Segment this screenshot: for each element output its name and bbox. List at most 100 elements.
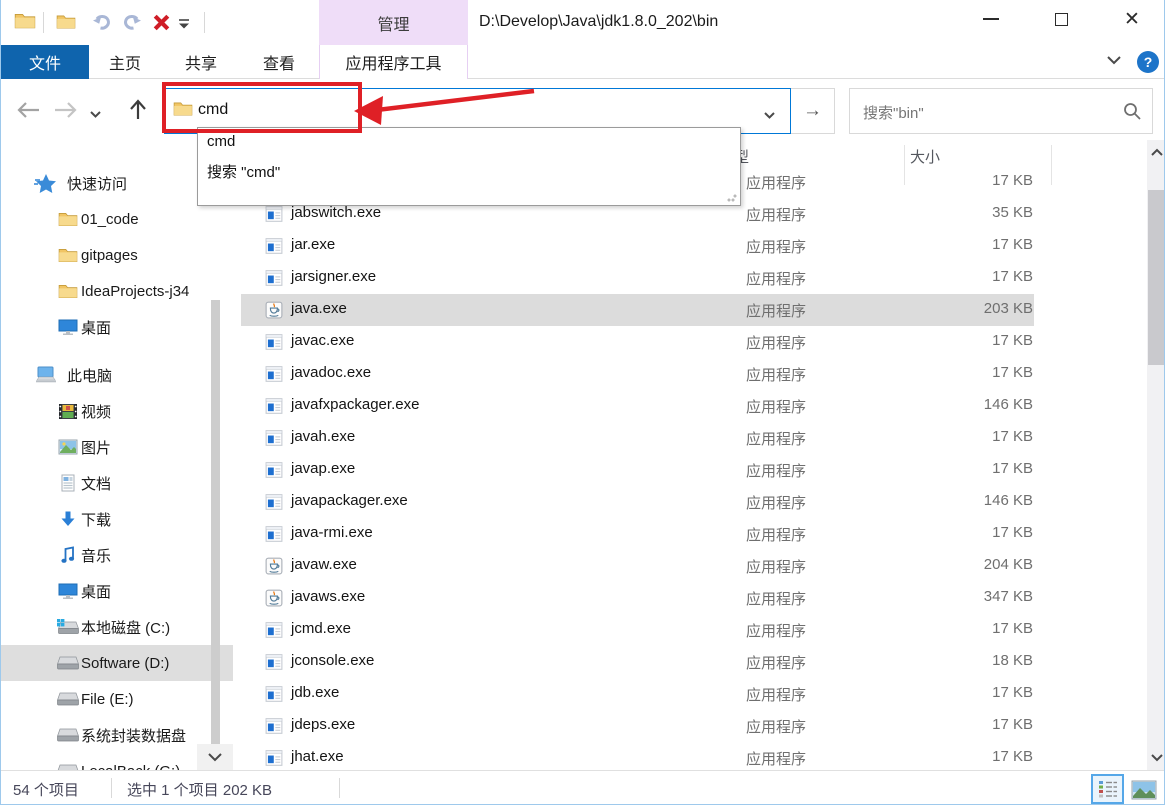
file-row[interactable]: jdb.exe应用程序17 KB: [241, 678, 1034, 710]
file-row[interactable]: javadoc.exe应用程序17 KB: [241, 358, 1034, 390]
sidebar-scroll-down-icon[interactable]: [197, 744, 233, 770]
delete-x-icon[interactable]: [151, 12, 172, 38]
sidebar-item[interactable]: gitpages: [1, 237, 233, 273]
sidebar-item[interactable]: IdeaProjects-j34: [1, 273, 233, 309]
sidebar-item[interactable]: 01_code: [1, 201, 233, 237]
tab-home[interactable]: 主页: [97, 45, 153, 79]
folder-properties-icon[interactable]: [56, 13, 76, 35]
sidebar-item[interactable]: 此电脑: [1, 357, 233, 393]
sidebar-item[interactable]: 视频: [1, 393, 233, 429]
ribbon-collapse-icon[interactable]: [1105, 53, 1123, 71]
sidebar-item[interactable]: 音乐: [1, 537, 233, 573]
file-name: javac.exe: [291, 332, 354, 349]
search-box[interactable]: 搜索"bin": [849, 88, 1153, 134]
file-row[interactable]: java.exe应用程序203 KB: [241, 294, 1034, 326]
tab-file[interactable]: 文件: [1, 45, 89, 79]
video-icon: [57, 401, 79, 421]
autocomplete-item-cmd[interactable]: cmd: [207, 133, 235, 150]
sidebar-item-label: 图片: [81, 437, 111, 458]
tab-application-tools[interactable]: 应用程序工具: [319, 45, 468, 79]
minimize-button[interactable]: [968, 2, 1014, 36]
maximize-button[interactable]: [1038, 2, 1084, 36]
sidebar-item[interactable]: 下载: [1, 501, 233, 537]
list-scrollbar[interactable]: [1147, 140, 1165, 770]
sidebar-item[interactable]: 桌面: [1, 573, 233, 609]
app-folder-icon: [14, 11, 36, 35]
details-view-button[interactable]: [1091, 774, 1124, 804]
list-scrollbar-thumb[interactable]: [1148, 190, 1165, 365]
file-size: 18 KB: [841, 652, 1033, 669]
file-type: 应用程序: [746, 588, 806, 609]
file-size: 146 KB: [841, 396, 1033, 413]
file-row[interactable]: jconsole.exe应用程序18 KB: [241, 646, 1034, 678]
search-input[interactable]: 搜索"bin": [863, 102, 924, 123]
file-row[interactable]: jarsigner.exe应用程序17 KB: [241, 262, 1034, 294]
toolbar-separator: [204, 12, 205, 33]
drive-icon: [57, 725, 79, 745]
scroll-up-icon[interactable]: [1147, 140, 1165, 165]
file-name: javafxpackager.exe: [291, 396, 419, 413]
file-row[interactable]: jar.exe应用程序17 KB: [241, 230, 1034, 262]
file-name: javapackager.exe: [291, 492, 408, 509]
sidebar-item[interactable]: Software (D:): [1, 645, 233, 681]
scroll-down-icon[interactable]: [1147, 745, 1165, 770]
file-row[interactable]: javafxpackager.exe 应用程序 146 KB: [241, 390, 1034, 422]
close-button[interactable]: ✕: [1109, 2, 1155, 36]
forward-icon[interactable]: [53, 100, 79, 125]
folder-icon: [57, 281, 79, 301]
autocomplete-item-search[interactable]: 搜索 "cmd": [207, 161, 280, 182]
sidebar-item-label: IdeaProjects-j34: [81, 283, 189, 300]
file-row[interactable]: javapackager.exe应用程序146 KB: [241, 486, 1034, 518]
music-icon: [57, 545, 79, 565]
file-row[interactable]: javap.exe应用程序17 KB: [241, 454, 1034, 486]
file-row[interactable]: jdeps.exe应用程序17 KB: [241, 710, 1034, 742]
column-header-size[interactable]: 大小: [910, 146, 940, 167]
tab-share[interactable]: 共享: [173, 45, 229, 79]
window-title: D:\Develop\Java\jdk1.8.0_202\bin: [479, 13, 718, 31]
tab-view[interactable]: 查看: [251, 45, 307, 79]
search-icon: [1122, 101, 1142, 126]
file-row[interactable]: javaws.exe应用程序347 KB: [241, 582, 1034, 614]
sidebar-item-label: 音乐: [81, 545, 111, 566]
items-count: 54 个项目: [13, 779, 79, 800]
file-name: jar.exe: [291, 236, 335, 253]
redo-icon[interactable]: [121, 12, 143, 38]
sidebar-item[interactable]: 桌面: [1, 309, 233, 345]
dropdown-resize-grip[interactable]: [727, 192, 737, 202]
file-type: 应用程序: [746, 556, 806, 577]
sidebar-item-label: 桌面: [81, 581, 111, 602]
help-icon[interactable]: ?: [1137, 51, 1159, 73]
file-row[interactable]: javaw.exe应用程序204 KB: [241, 550, 1034, 582]
exe-icon: [265, 749, 283, 767]
file-type: 应用程序: [746, 428, 806, 449]
back-icon[interactable]: [15, 100, 41, 125]
up-icon[interactable]: [127, 98, 149, 127]
status-separator: [111, 778, 112, 798]
sidebar-item[interactable]: 图片: [1, 429, 233, 465]
customize-caret-icon[interactable]: [177, 17, 191, 35]
go-button[interactable]: →: [791, 88, 835, 134]
exe-icon: [265, 333, 283, 351]
file-type: 应用程序: [746, 172, 806, 193]
exe-icon: [265, 621, 283, 639]
file-row[interactable]: java-rmi.exe应用程序17 KB: [241, 518, 1034, 550]
file-type: 应用程序: [746, 364, 806, 385]
thumbnail-view-button[interactable]: [1130, 778, 1158, 801]
file-name: jhat.exe: [291, 748, 344, 765]
quick-access-icon: [34, 173, 56, 193]
sidebar-item[interactable]: File (E:): [1, 681, 233, 717]
file-type: 应用程序: [746, 396, 806, 417]
exe-icon: [265, 205, 283, 223]
recent-locations-chevron-icon[interactable]: [89, 106, 102, 124]
address-dropdown-chevron-icon[interactable]: [763, 107, 776, 125]
sidebar-scrollbar-thumb[interactable]: [211, 300, 220, 744]
sidebar-item[interactable]: 本地磁盘 (C:): [1, 609, 233, 645]
sidebar-item[interactable]: 文档: [1, 465, 233, 501]
file-row[interactable]: jhat.exe应用程序17 KB: [241, 742, 1034, 770]
file-name: jdeps.exe: [291, 716, 355, 733]
file-row[interactable]: javah.exe应用程序17 KB: [241, 422, 1034, 454]
column-separator[interactable]: [1051, 145, 1052, 185]
file-row[interactable]: jcmd.exe应用程序17 KB: [241, 614, 1034, 646]
undo-icon[interactable]: [91, 12, 113, 38]
file-row[interactable]: javac.exe应用程序17 KB: [241, 326, 1034, 358]
